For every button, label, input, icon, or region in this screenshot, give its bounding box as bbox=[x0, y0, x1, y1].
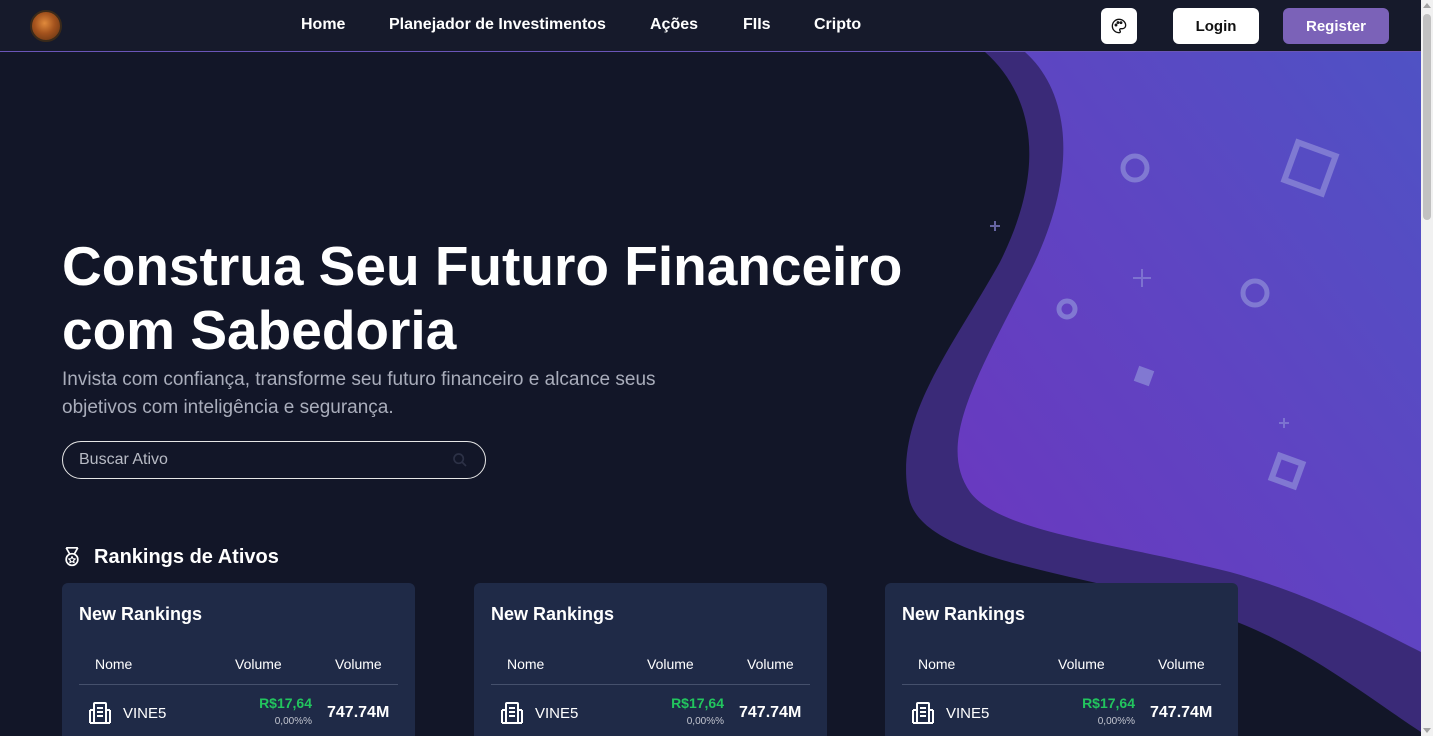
ranking-card: New Rankings Nome Volume Volume VINE5 R$… bbox=[885, 583, 1238, 736]
column-header-volume[interactable]: Volume bbox=[747, 656, 794, 672]
asset-price: R$17,64 bbox=[259, 695, 312, 711]
rankings-title: Rankings de Ativos bbox=[94, 545, 279, 568]
building-icon bbox=[912, 702, 934, 724]
medal-icon bbox=[65, 547, 79, 567]
column-header-volume[interactable]: Volume bbox=[1158, 656, 1205, 672]
divider bbox=[79, 684, 398, 685]
asset-change: 0,00%% bbox=[274, 716, 312, 727]
asset-price: R$17,64 bbox=[1082, 695, 1135, 711]
nav-link-stocks[interactable]: Ações bbox=[650, 16, 698, 34]
hero-title: Construa Seu Futuro Financeiro com Sabed… bbox=[62, 235, 903, 361]
building-icon bbox=[501, 702, 523, 724]
divider bbox=[902, 684, 1221, 685]
nav-link-home[interactable]: Home bbox=[301, 16, 345, 34]
ranking-card: New Rankings Nome Volume Volume VINE5 R$… bbox=[62, 583, 415, 736]
hero-subtitle: Invista com confiança, transforme seu fu… bbox=[62, 369, 656, 418]
register-button[interactable]: Register bbox=[1283, 8, 1389, 44]
search-box[interactable] bbox=[62, 441, 486, 479]
asset-ticker[interactable]: VINE5 bbox=[535, 705, 578, 722]
column-header-name[interactable]: Nome bbox=[918, 656, 955, 672]
login-button[interactable]: Login bbox=[1173, 8, 1259, 44]
column-header-volume[interactable]: Volume bbox=[335, 656, 382, 672]
scroll-down-arrow-icon[interactable] bbox=[1423, 728, 1431, 733]
building-icon bbox=[89, 702, 111, 724]
divider bbox=[491, 684, 810, 685]
palette-icon bbox=[1111, 18, 1127, 34]
column-header-volume[interactable]: Volume bbox=[1058, 656, 1105, 672]
asset-volume: 747.74M bbox=[1150, 704, 1213, 721]
asset-change: 0,00%% bbox=[1097, 716, 1135, 727]
nav-link-planner[interactable]: Planejador de Investimentos bbox=[389, 16, 606, 34]
asset-volume: 747.74M bbox=[327, 704, 390, 721]
asset-volume: 747.74M bbox=[739, 704, 802, 721]
card-title: New Rankings bbox=[902, 604, 1026, 624]
column-header-name[interactable]: Nome bbox=[507, 656, 544, 672]
rankings-header: Rankings de Ativos bbox=[62, 544, 279, 570]
card-title: New Rankings bbox=[491, 604, 615, 624]
ranking-card: New Rankings Nome Volume Volume VINE5 R$… bbox=[474, 583, 827, 736]
card-title: New Rankings bbox=[79, 604, 203, 624]
theme-toggle-button[interactable] bbox=[1101, 8, 1137, 44]
column-header-name[interactable]: Nome bbox=[95, 656, 132, 672]
asset-change: 0,00%% bbox=[686, 716, 724, 727]
scroll-up-arrow-icon[interactable] bbox=[1423, 3, 1431, 8]
asset-ticker[interactable]: VINE5 bbox=[946, 705, 989, 722]
column-header-volume[interactable]: Volume bbox=[647, 656, 694, 672]
top-navbar: Home Planejador de Investimentos Ações F… bbox=[0, 0, 1421, 52]
page-scrollbar[interactable] bbox=[1421, 0, 1433, 736]
scroll-thumb[interactable] bbox=[1423, 14, 1431, 220]
asset-ticker[interactable]: VINE5 bbox=[123, 705, 166, 722]
column-header-volume[interactable]: Volume bbox=[235, 656, 282, 672]
nav-link-crypto[interactable]: Cripto bbox=[814, 16, 861, 34]
asset-price: R$17,64 bbox=[671, 695, 724, 711]
search-icon[interactable] bbox=[452, 452, 468, 468]
search-input[interactable] bbox=[79, 442, 449, 478]
nav-link-fiis[interactable]: FIIs bbox=[743, 16, 771, 34]
